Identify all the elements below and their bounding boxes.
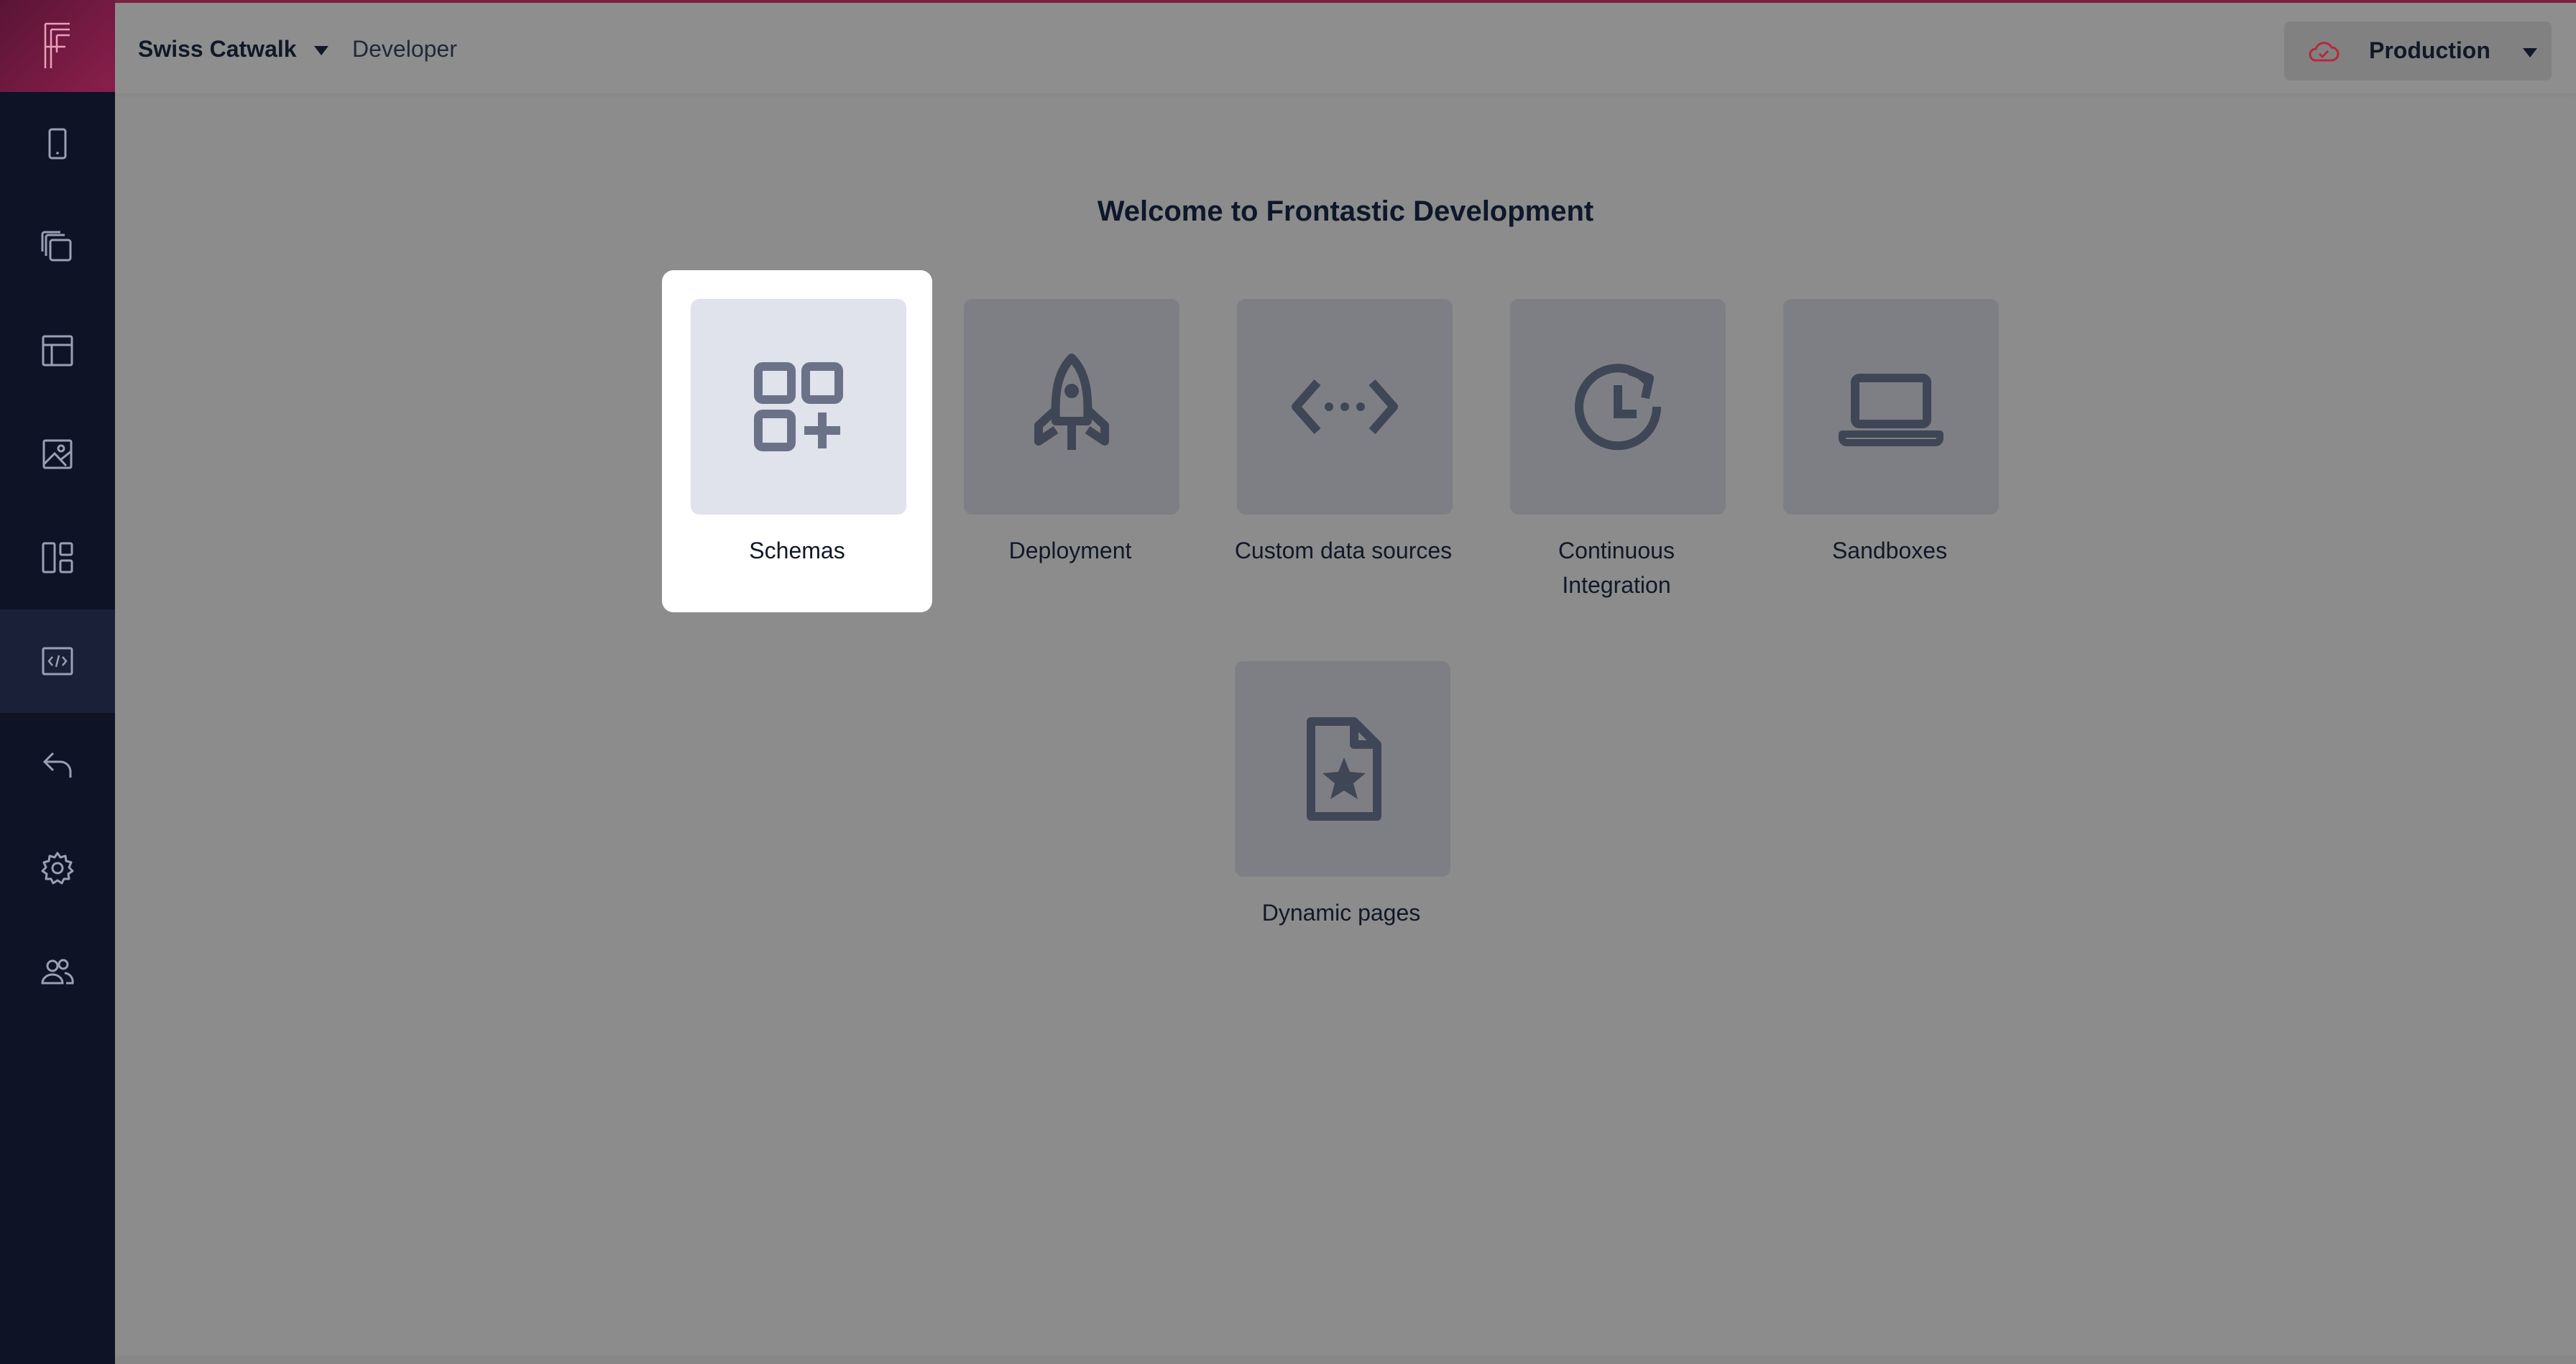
- schemas-icon: [754, 362, 843, 451]
- frontastic-logo-icon: [44, 22, 70, 68]
- card-custom-data-sources[interactable]: Custom data sources: [1208, 270, 1478, 612]
- card-sandboxes[interactable]: Sandboxes: [1754, 270, 2025, 612]
- sidebar-item-undo[interactable]: [0, 713, 115, 816]
- card-label: Schemas: [749, 538, 845, 563]
- chevron-down-icon: [2523, 48, 2537, 57]
- card-deployment[interactable]: Deployment: [935, 270, 1205, 612]
- frontastic-logo[interactable]: [0, 0, 115, 92]
- sidebar-item-devices[interactable]: [0, 92, 115, 195]
- bottom-edge: [115, 1355, 2576, 1364]
- developer-code-icon: [42, 647, 73, 676]
- code-dots-icon: [1292, 379, 1398, 434]
- components-icon: [42, 542, 73, 573]
- laptop-icon: [1839, 374, 1944, 446]
- sidebar-item-layout[interactable]: [0, 299, 115, 402]
- undo-icon: [42, 752, 72, 778]
- card-label: Deployment: [1008, 538, 1132, 563]
- media-icon: [42, 439, 73, 469]
- sidebar-item-media[interactable]: [0, 402, 115, 506]
- page-title: Welcome to Frontastic Development: [1097, 195, 1594, 227]
- sidebar: [0, 0, 115, 1364]
- card-label-line: Integration: [1562, 572, 1671, 598]
- card-tile: [1510, 299, 1726, 515]
- card-tile: [964, 299, 1179, 515]
- card-tile: [691, 299, 906, 515]
- card-label-line: Continuous: [1558, 538, 1675, 563]
- users-icon: [41, 959, 74, 985]
- breadcrumb-section: Developer: [352, 36, 457, 62]
- file-star-icon: [1307, 717, 1381, 821]
- tablet-icon: [48, 128, 67, 160]
- card-label: Dynamic pages: [1261, 900, 1421, 926]
- sidebar-item-developer[interactable]: [0, 609, 115, 713]
- cloud-check-icon: [2309, 42, 2340, 62]
- environment-selector[interactable]: Production: [2284, 22, 2552, 80]
- refresh-clock-icon: [1575, 364, 1662, 451]
- card-schemas[interactable]: Schemas: [662, 270, 932, 612]
- card-label: Continuous Integration: [1481, 533, 1752, 602]
- sidebar-item-pages[interactable]: [0, 195, 115, 299]
- card-tile: [1235, 661, 1450, 877]
- project-name: Swiss Catwalk: [138, 36, 297, 62]
- card-label: Sandboxes: [1831, 538, 1948, 563]
- chevron-down-icon: [313, 46, 328, 55]
- environment-label: Production: [2369, 37, 2490, 63]
- sidebar-item-components[interactable]: [0, 506, 115, 609]
- card-tile: [1237, 299, 1453, 515]
- project-selector[interactable]: Swiss Catwalk: [138, 36, 328, 63]
- sidebar-item-users[interactable]: [0, 920, 115, 1023]
- layout-icon: [42, 335, 73, 367]
- card-continuous-integration[interactable]: Continuous Integration: [1481, 270, 1752, 612]
- card-dynamic-pages[interactable]: Dynamic pages: [1206, 632, 1476, 974]
- pages-icon: [41, 231, 72, 262]
- settings-icon: [41, 852, 74, 885]
- topbar: Swiss Catwalk Developer Production: [115, 0, 2576, 93]
- rocket-icon: [1034, 354, 1109, 450]
- sidebar-item-settings[interactable]: [0, 816, 115, 920]
- card-tile: [1783, 299, 1999, 515]
- card-label: Custom data sources: [1234, 538, 1453, 563]
